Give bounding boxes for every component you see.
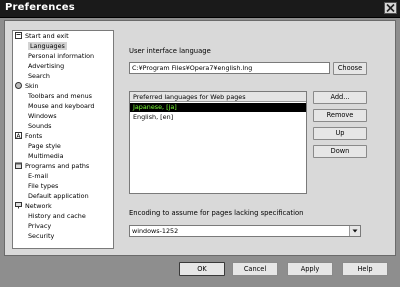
tree-item-label: Privacy <box>28 222 52 230</box>
fonts-icon: A <box>15 132 22 139</box>
tree-item-toolbars-and-menus[interactable]: Toolbars and menus <box>28 92 92 101</box>
tree-item-label: Fonts <box>25 132 43 140</box>
tree-item-personal-information[interactable]: Personal information <box>28 52 94 61</box>
ui-language-label: User interface language <box>129 47 211 55</box>
title-bar[interactable]: Preferences <box>0 0 400 18</box>
tree-item-label: Skin <box>25 82 39 90</box>
tree-item-label: Windows <box>28 112 57 120</box>
tree-item-label: Page style <box>28 142 61 150</box>
tree-item-label: Languages <box>28 42 67 50</box>
tree-item-languages[interactable]: Languages <box>28 42 67 51</box>
tree-item-label: File types <box>28 182 59 190</box>
start-icon <box>15 32 22 39</box>
tree-item-label: Start and exit <box>25 32 69 40</box>
preferred-language-item[interactable]: Japanese, [ja] <box>130 103 306 112</box>
apply-button[interactable]: Apply <box>287 262 333 276</box>
help-button[interactable]: Help <box>342 262 388 276</box>
ok-button[interactable]: OK <box>179 262 225 276</box>
ui-language-path-field[interactable]: C:¥Program Files¥Opera7¥english.lng <box>129 62 330 74</box>
tree-item-label: Security <box>28 232 55 240</box>
tree-item-label: E-mail <box>28 172 49 180</box>
window-title: Preferences <box>5 2 75 13</box>
programs-icon <box>15 162 22 169</box>
category-tree[interactable]: Start and exit Languages Personal informat… <box>12 30 114 249</box>
tree-item-start-and-exit[interactable]: Start and exit <box>15 32 69 41</box>
tree-item-e-mail[interactable]: E-mail <box>28 172 48 181</box>
tree-item-multimedia[interactable]: Multimedia <box>28 152 64 161</box>
choose-button[interactable]: Choose <box>333 62 367 75</box>
tree-item-advertising[interactable]: Advertising <box>28 62 64 71</box>
preferences-window: Preferences Start and exit Languages Perso… <box>0 0 400 287</box>
preferred-language-item[interactable]: English, [en] <box>130 113 306 122</box>
tree-item-page-style[interactable]: Page style <box>28 142 61 151</box>
tree-item-file-types[interactable]: File types <box>28 182 58 191</box>
skin-icon <box>15 82 22 89</box>
tree-item-history-and-cache[interactable]: History and cache <box>28 212 86 221</box>
tree-item-label: Mouse and keyboard <box>28 102 95 110</box>
tree-item-privacy[interactable]: Privacy <box>28 222 51 231</box>
close-icon <box>386 3 395 13</box>
preferred-languages-header: Preferred languages for Web pages <box>130 92 306 102</box>
move-down-button[interactable]: Down <box>313 145 367 158</box>
remove-language-button[interactable]: Remove <box>313 109 367 122</box>
tree-item-label: Sounds <box>28 122 52 130</box>
tree-item-network[interactable]: Network <box>15 202 52 211</box>
tree-item-security[interactable]: Security <box>28 232 54 241</box>
chevron-down-icon[interactable] <box>349 226 360 236</box>
network-icon <box>15 202 22 209</box>
tree-item-label: Search <box>28 72 50 80</box>
add-language-button[interactable]: Add... <box>313 91 367 104</box>
tree-item-sounds[interactable]: Sounds <box>28 122 51 131</box>
preferred-languages-list[interactable]: Preferred languages for Web pages Japane… <box>129 91 307 194</box>
dialog-footer: OK Cancel Apply Help <box>0 258 400 287</box>
encoding-label: Encoding to assume for pages lacking spe… <box>129 209 304 217</box>
move-up-button[interactable]: Up <box>313 127 367 140</box>
tree-item-windows[interactable]: Windows <box>28 112 57 121</box>
tree-item-label: History and cache <box>28 212 86 220</box>
tree-item-label: Advertising <box>28 62 65 70</box>
encoding-select[interactable]: windows-1252 <box>129 225 361 237</box>
tree-item-default-application[interactable]: Default application <box>28 192 89 201</box>
tree-item-fonts[interactable]: A Fonts <box>15 132 42 141</box>
cancel-button[interactable]: Cancel <box>232 262 278 276</box>
tree-item-label: Network <box>25 202 52 210</box>
tree-item-mouse-and-keyboard[interactable]: Mouse and keyboard <box>28 102 94 111</box>
tree-item-label: Multimedia <box>28 152 64 160</box>
tree-item-search[interactable]: Search <box>28 72 50 81</box>
tree-item-label: Toolbars and menus <box>28 92 93 100</box>
tree-item-programs-and-paths[interactable]: Programs and paths <box>15 162 89 171</box>
tree-item-label: Programs and paths <box>25 162 90 170</box>
encoding-value: windows-1252 <box>132 227 179 235</box>
close-button[interactable] <box>384 2 397 14</box>
tree-item-skin[interactable]: Skin <box>15 82 39 91</box>
tree-item-label: Default application <box>28 192 89 200</box>
tree-item-label: Personal information <box>28 52 95 60</box>
dialog-body: Start and exit Languages Personal informat… <box>4 20 396 256</box>
